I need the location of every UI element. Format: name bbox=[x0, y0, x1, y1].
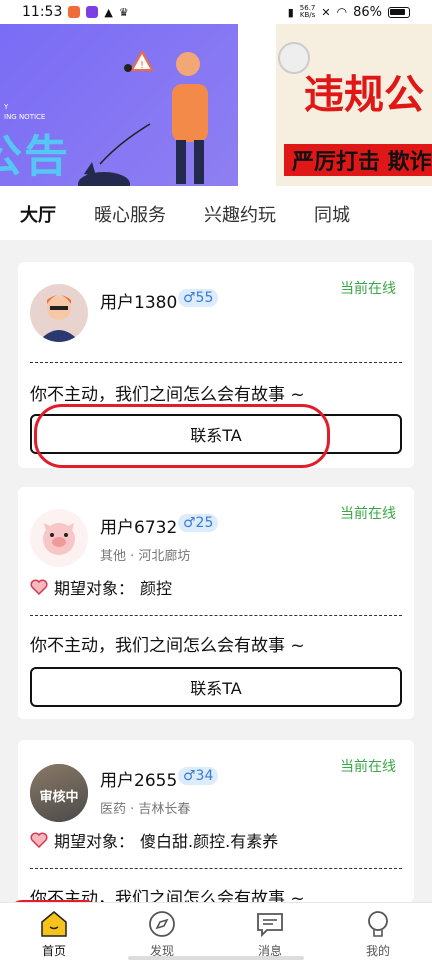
profile-icon bbox=[368, 910, 388, 937]
avatar[interactable] bbox=[30, 509, 88, 567]
nav-home[interactable]: 首页 bbox=[0, 903, 108, 964]
nav-profile[interactable]: 我的 bbox=[324, 903, 432, 964]
tab-warm-service[interactable]: 暖心服务 bbox=[94, 201, 166, 227]
svg-text:!: ! bbox=[140, 60, 144, 71]
expectation-label: 期望对象： bbox=[54, 832, 135, 851]
online-status: 当前在线 bbox=[340, 506, 396, 522]
user-card[interactable]: 用户6732 ♂25 当前在线 其他 · 河北廊坊 期望对象： 颜控 你不主动，我… bbox=[18, 487, 414, 719]
user-card[interactable]: 审核中 用户2655 ♂34 当前在线 医药 · 吉林长春 期望对象： 傻白甜.颜… bbox=[18, 740, 414, 902]
category-tabs: 大厅 暖心服务 兴趣约玩 同城 bbox=[0, 188, 432, 240]
battery-percent: 86% bbox=[353, 4, 382, 20]
wifi-icon: ◠ bbox=[336, 5, 348, 19]
divider bbox=[30, 362, 402, 363]
expectation-value: 颜控 bbox=[140, 579, 173, 598]
review-status-badge: 审核中 bbox=[39, 790, 79, 805]
expectation-value: 傻白甜.颜控.有素养 bbox=[140, 832, 279, 851]
avatar[interactable]: 审核中 bbox=[30, 764, 88, 822]
banner-notice-title: 公告 bbox=[0, 131, 70, 182]
status-time: 11:53 bbox=[22, 4, 63, 20]
banner-violation-title: 违规公 bbox=[304, 72, 424, 118]
battery-icon bbox=[388, 6, 410, 18]
username: 用户6732 bbox=[100, 518, 178, 538]
heart-icon bbox=[30, 832, 48, 848]
avatar-illustration bbox=[38, 295, 80, 342]
nav-messages[interactable]: 消息 bbox=[216, 903, 324, 964]
expectation-row: 期望对象： 傻白甜.颜控.有素养 bbox=[30, 828, 278, 852]
status-bar: 11:53 ▲ ♛ ▮ 56.7 KB/s ✕ ◠ 86% bbox=[0, 0, 432, 24]
app-notification-icon-2 bbox=[86, 6, 99, 18]
message-icon bbox=[257, 912, 283, 937]
avatar-illustration bbox=[43, 523, 75, 555]
app-notification-icon bbox=[68, 6, 81, 18]
bottom-navigation: 首页 发现 消息 我的 bbox=[0, 902, 432, 964]
nav-home-label: 首页 bbox=[41, 943, 66, 958]
gender-age-badge: ♂25 bbox=[178, 514, 219, 532]
banner-carousel[interactable]: ! Y ING NOTICE 公告 违规公 严厉打击 欺诈 bbox=[0, 0, 432, 188]
sim-off-icon: ✕ bbox=[321, 5, 331, 19]
tab-same-city[interactable]: 同城 bbox=[314, 201, 350, 227]
divider bbox=[30, 615, 402, 616]
nav-discover[interactable]: 发现 bbox=[108, 903, 216, 964]
intro-message: 你不主动，我们之间怎么会有故事 ~ bbox=[30, 636, 305, 656]
contact-button[interactable]: 联系TA bbox=[30, 667, 402, 707]
avatar[interactable] bbox=[30, 284, 88, 342]
contact-button[interactable]: 联系TA bbox=[30, 414, 402, 454]
banner-slide-notice[interactable]: ! Y ING NOTICE 公告 bbox=[0, 24, 238, 186]
online-status: 当前在线 bbox=[340, 759, 396, 775]
tab-interest-play[interactable]: 兴趣约玩 bbox=[204, 201, 276, 227]
username: 用户2655 bbox=[100, 771, 178, 791]
home-icon bbox=[41, 910, 67, 937]
net-speed: 56.7 KB/s bbox=[299, 4, 316, 19]
divider bbox=[30, 868, 402, 869]
online-status: 当前在线 bbox=[340, 281, 396, 297]
intro-message: 你不主动，我们之间怎么会有故事 ~ bbox=[30, 889, 305, 902]
compass-icon bbox=[149, 910, 175, 937]
occupation-location: 医药 · 吉林长春 bbox=[100, 802, 191, 817]
vibrate-icon: ▮ bbox=[287, 5, 294, 19]
banner-slide-violation[interactable]: 违规公 严厉打击 欺诈 bbox=[276, 24, 432, 186]
expectation-label: 期望对象： bbox=[54, 579, 135, 598]
expectation-row: 期望对象： 颜控 bbox=[30, 575, 172, 599]
banner-violation-subtitle: 严厉打击 欺诈 bbox=[284, 144, 432, 176]
intro-message: 你不主动，我们之间怎么会有故事 ~ bbox=[30, 385, 305, 405]
home-indicator bbox=[128, 956, 304, 960]
banner-notice-small-text: Y ING NOTICE bbox=[4, 103, 46, 121]
crown-icon: ♛ bbox=[118, 5, 129, 19]
username: 用户1380 bbox=[100, 293, 178, 313]
nav-profile-label: 我的 bbox=[365, 943, 390, 958]
gender-age-badge: ♂34 bbox=[178, 767, 219, 785]
user-card[interactable]: 用户1380 ♂55 当前在线 你不主动，我们之间怎么会有故事 ~ 联系TA bbox=[18, 262, 414, 468]
occupation-location: 其他 · 河北廊坊 bbox=[100, 549, 191, 564]
bell-icon: ▲ bbox=[104, 5, 113, 19]
gender-age-badge: ♂55 bbox=[178, 289, 219, 307]
heart-icon bbox=[30, 579, 48, 595]
tab-lobby[interactable]: 大厅 bbox=[18, 201, 58, 227]
